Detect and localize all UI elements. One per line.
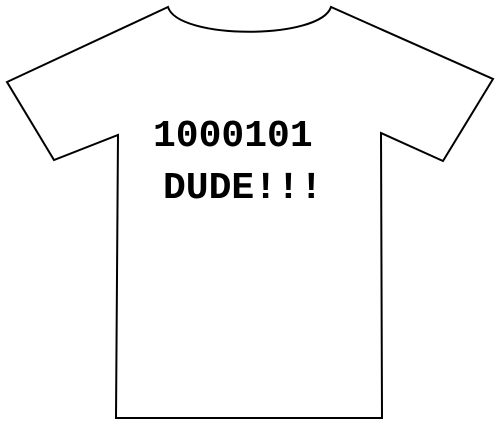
- tshirt-canvas: 1000101 DUDE!!!: [0, 0, 500, 428]
- shirt-text-line1: 1000101: [153, 115, 313, 158]
- shirt-text-line2: DUDE!!!: [163, 167, 323, 210]
- tshirt-outline: [5, 5, 495, 419]
- tshirt-illustration: 1000101 DUDE!!!: [5, 5, 495, 419]
